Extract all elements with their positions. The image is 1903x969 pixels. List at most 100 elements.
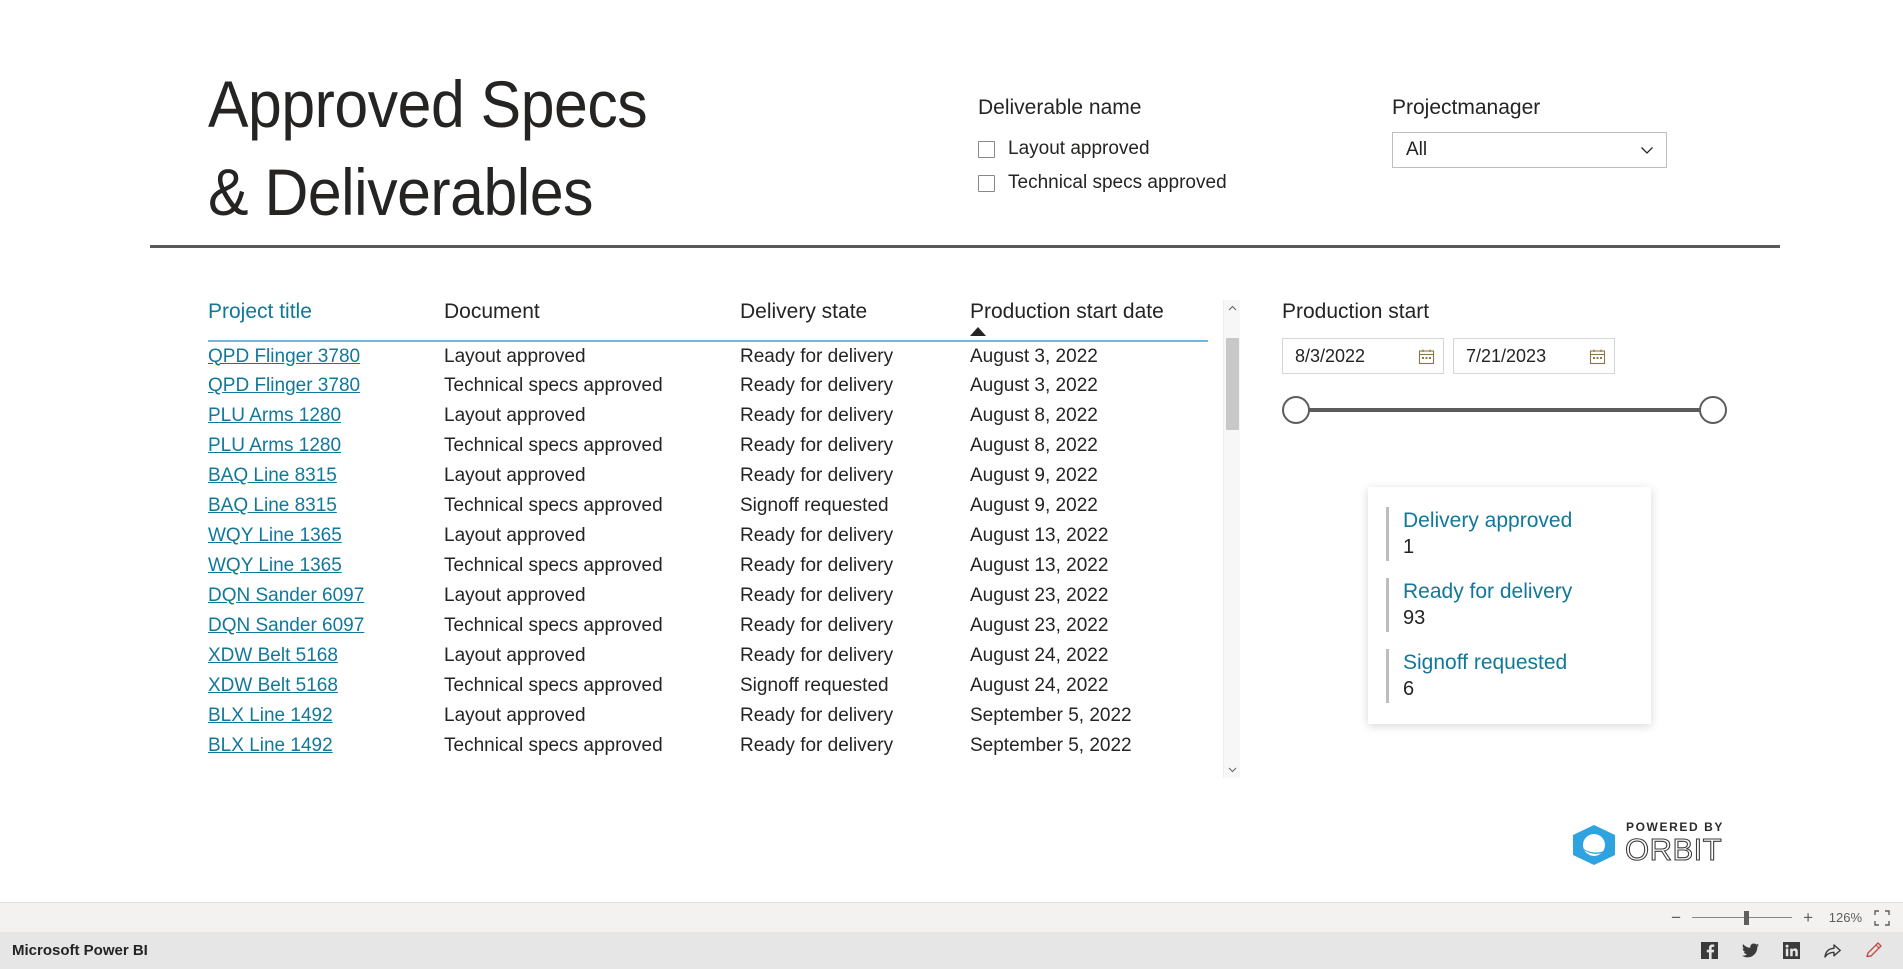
table-row[interactable]: WQY Line 1365Layout approvedReady for de… [208, 521, 1208, 551]
table-row[interactable]: QPD Flinger 3780Technical specs approved… [208, 371, 1208, 401]
cell-project-title[interactable]: XDW Belt 5168 [208, 641, 444, 671]
table-row[interactable]: QPD Flinger 3780Layout approvedReady for… [208, 341, 1208, 371]
cell-project-title[interactable]: PLU Arms 1280 [208, 431, 444, 461]
kpi-signoff-requested[interactable]: Signoff requested 6 [1386, 649, 1633, 703]
cell-delivery-state: Ready for delivery [740, 641, 970, 671]
project-title-link[interactable]: QPD Flinger 3780 [208, 375, 360, 396]
cell-project-title[interactable]: BLX Line 1492 [208, 701, 444, 731]
projectmanager-dropdown[interactable]: All [1392, 132, 1667, 168]
table-row[interactable]: WQY Line 1365Technical specs approvedRea… [208, 551, 1208, 581]
cell-delivery-state: Signoff requested [740, 671, 970, 701]
table-row[interactable]: BAQ Line 8315 Layout approvedReady for de… [208, 461, 1208, 491]
table-row[interactable]: DQN Sander 6097Technical specs approvedR… [208, 611, 1208, 641]
project-title-link[interactable]: PLU Arms 1280 [208, 435, 341, 456]
table-row[interactable]: XDW Belt 5168Technical specs approvedSig… [208, 671, 1208, 701]
table-row[interactable]: PLU Arms 1280Technical specs approvedRea… [208, 431, 1208, 461]
table-row[interactable]: BLX Line 1492Layout approvedReady for de… [208, 701, 1208, 731]
page-title: Approved Specs & Deliverables [208, 60, 828, 236]
cell-delivery-state: Ready for delivery [740, 701, 970, 731]
report-canvas: Approved Specs & Deliverables Deliverabl… [0, 0, 1903, 969]
slicer-production-start-heading: Production start [1282, 300, 1762, 324]
header-divider [150, 245, 1780, 248]
project-title-link[interactable]: WQY Line 1365 [208, 555, 342, 576]
table-row[interactable]: XDW Belt 5168 Layout approvedReady for de… [208, 641, 1208, 671]
table-row[interactable]: BLX Line 1492Technical specs approvedRea… [208, 731, 1208, 761]
project-title-link[interactable]: WQY Line 1365 [208, 525, 342, 546]
share-icon[interactable] [1823, 941, 1842, 960]
cell-delivery-state: Ready for delivery [740, 461, 970, 491]
edit-icon[interactable] [1864, 941, 1883, 960]
project-title-link[interactable]: BAQ Line 8315 [208, 465, 337, 486]
zoom-out-button[interactable]: − [1671, 909, 1681, 926]
kpi-accent-bar [1386, 649, 1389, 703]
fit-to-page-icon[interactable] [1873, 909, 1891, 927]
project-title-link[interactable]: BLX Line 1492 [208, 705, 333, 726]
checkbox-label-technical-specs-approved: Technical specs approved [1008, 172, 1227, 194]
table-scrollbar[interactable] [1223, 300, 1240, 778]
zoom-slider[interactable] [1692, 911, 1792, 925]
kpi-value-delivery-approved: 1 [1403, 534, 1572, 561]
column-header-delivery-state-label: Delivery state [740, 300, 867, 323]
project-title-link[interactable]: BAQ Line 8315 [208, 495, 337, 516]
table-row[interactable]: DQN Sander 6097Layout approvedReady for … [208, 581, 1208, 611]
checkbox-technical-specs-approved[interactable]: Technical specs approved [978, 166, 1227, 200]
end-date-field[interactable]: 7/21/2023 [1453, 338, 1615, 374]
cell-project-title[interactable]: BLX Line 1492 [208, 731, 444, 761]
cell-project-title[interactable]: BAQ Line 8315 [208, 491, 444, 521]
project-title-link[interactable]: BLX Line 1492 [208, 735, 333, 756]
facebook-icon[interactable] [1700, 941, 1719, 960]
zoom-in-button[interactable]: + [1803, 909, 1813, 926]
cell-project-title[interactable]: WQY Line 1365 [208, 521, 444, 551]
table-row[interactable]: BAQ Line 8315Technical specs approvedSig… [208, 491, 1208, 521]
table-row[interactable]: PLU Arms 1280Layout approvedReady for de… [208, 401, 1208, 431]
cell-project-title[interactable]: QPD Flinger 3780 [208, 371, 444, 401]
cell-project-title[interactable]: BAQ Line 8315 [208, 461, 444, 491]
powerbi-report-page: Approved Specs & Deliverables Deliverabl… [0, 0, 1903, 930]
checkbox-layout-approved[interactable]: Layout approved [978, 132, 1227, 166]
linkedin-icon[interactable] [1782, 941, 1801, 960]
cell-project-title[interactable]: DQN Sander 6097 [208, 611, 444, 641]
project-title-link[interactable]: XDW Belt 5168 [208, 645, 338, 666]
cell-project-title[interactable]: XDW Belt 5168 [208, 671, 444, 701]
project-title-link[interactable]: DQN Sander 6097 [208, 615, 364, 636]
project-title-link[interactable]: QPD Flinger 3780 [208, 346, 360, 367]
cell-document: Layout approved [444, 461, 740, 491]
twitter-icon[interactable] [1741, 941, 1760, 960]
cell-document: Layout approved [444, 641, 740, 671]
project-title-link[interactable]: XDW Belt 5168 [208, 675, 338, 696]
column-header-project-title[interactable]: Project title [208, 300, 444, 341]
cell-production-start-date: August 24, 2022 [970, 641, 1208, 671]
cell-document: Technical specs approved [444, 731, 740, 761]
column-header-production-start-date[interactable]: Production start date [970, 300, 1208, 341]
cell-production-start-date: August 3, 2022 [970, 371, 1208, 401]
sort-ascending-icon [970, 327, 986, 336]
kpi-value-ready-for-delivery: 93 [1403, 605, 1572, 632]
checkbox-box-layout-approved[interactable] [978, 141, 995, 158]
checkbox-box-technical-specs-approved[interactable] [978, 175, 995, 192]
kpi-ready-for-delivery[interactable]: Ready for delivery 93 [1386, 578, 1633, 632]
cell-document: Technical specs approved [444, 611, 740, 641]
cell-project-title[interactable]: QPD Flinger 3780 [208, 341, 444, 371]
cell-project-title[interactable]: PLU Arms 1280 [208, 401, 444, 431]
calendar-icon[interactable] [1589, 348, 1606, 365]
date-range-slider[interactable] [1282, 396, 1727, 424]
slicer-deliverable-heading: Deliverable name [978, 96, 1227, 120]
scroll-down-arrow-icon[interactable] [1224, 761, 1241, 778]
date-range-slider-handle-end[interactable] [1699, 396, 1727, 424]
date-range-slider-handle-start[interactable] [1282, 396, 1310, 424]
cell-production-start-date: August 9, 2022 [970, 491, 1208, 521]
table-scrollbar-thumb[interactable] [1226, 338, 1239, 430]
cell-project-title[interactable]: WQY Line 1365 [208, 551, 444, 581]
date-range-slider-track [1296, 408, 1713, 412]
kpi-delivery-approved[interactable]: Delivery approved 1 [1386, 507, 1633, 561]
column-header-delivery-state[interactable]: Delivery state [740, 300, 970, 341]
project-title-link[interactable]: DQN Sander 6097 [208, 585, 364, 606]
column-header-document[interactable]: Document [444, 300, 740, 341]
start-date-field[interactable]: 8/3/2022 [1282, 338, 1444, 374]
cell-document: Layout approved [444, 581, 740, 611]
project-title-link[interactable]: PLU Arms 1280 [208, 405, 341, 426]
zoom-slider-thumb[interactable] [1744, 911, 1749, 925]
cell-project-title[interactable]: DQN Sander 6097 [208, 581, 444, 611]
scroll-up-arrow-icon[interactable] [1224, 300, 1241, 317]
calendar-icon[interactable] [1418, 348, 1435, 365]
